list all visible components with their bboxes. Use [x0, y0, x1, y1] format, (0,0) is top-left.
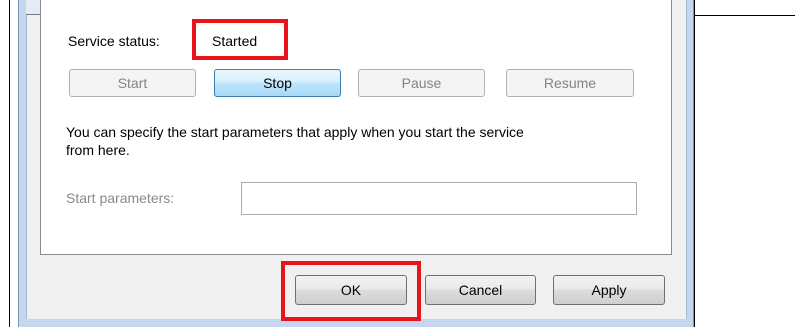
pause-button[interactable]: Pause — [358, 69, 485, 97]
document-column-divider — [694, 0, 695, 327]
start-button[interactable]: Start — [69, 69, 196, 97]
document-row-divider — [695, 15, 795, 16]
apply-button[interactable]: Apply — [553, 275, 665, 305]
description-line-2: from here. — [66, 142, 130, 158]
description-line-1: You can specify the start parameters tha… — [66, 124, 524, 140]
ok-button[interactable]: OK — [295, 275, 407, 305]
screenshot-stage: Service status: Started Start Stop Pause… — [0, 0, 795, 327]
service-status-value: Started — [212, 33, 258, 49]
cancel-button[interactable]: Cancel — [425, 275, 536, 305]
service-status-label: Service status: — [68, 33, 160, 49]
document-border-left — [9, 0, 10, 327]
start-parameters-input[interactable] — [241, 182, 637, 215]
stop-button[interactable]: Stop — [214, 69, 341, 97]
start-parameters-label: Start parameters: — [66, 190, 175, 206]
resume-button[interactable]: Resume — [506, 69, 634, 97]
